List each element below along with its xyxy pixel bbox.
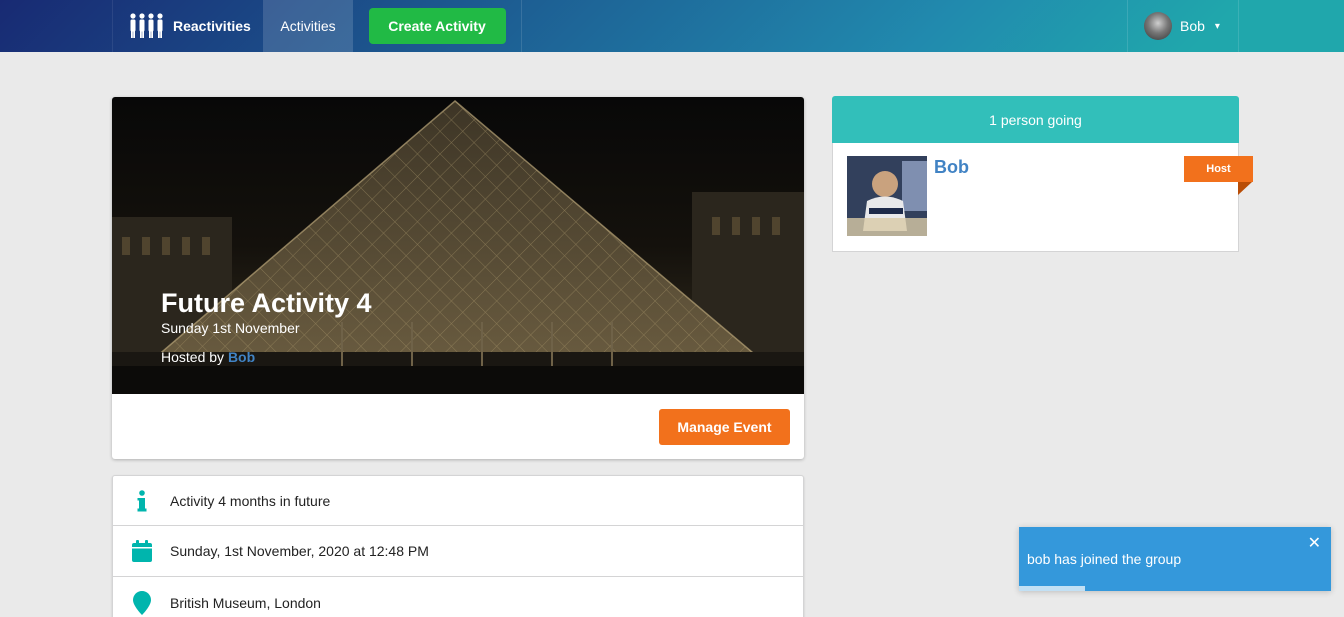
- toast-message: bob has joined the group: [1027, 551, 1182, 567]
- host-profile-link[interactable]: Bob: [228, 349, 255, 365]
- create-activity-button[interactable]: Create Activity: [368, 8, 506, 44]
- toast-progress-bar: [1019, 586, 1085, 591]
- activity-venue: British Museum, London: [170, 594, 321, 611]
- activity-date: Sunday 1st November: [161, 320, 300, 336]
- chevron-down-icon: ▾: [1214, 20, 1220, 32]
- attendee-photo: [847, 156, 927, 236]
- host-badge: Host: [1184, 156, 1253, 182]
- hosted-by-label: Hosted by: [161, 349, 228, 365]
- user-name: Bob: [1180, 18, 1205, 34]
- nav-activities-label: Activities: [280, 18, 336, 34]
- activity-header-card: Future Activity 4 Sunday 1st November Ho…: [112, 97, 804, 459]
- user-avatar: [1144, 12, 1172, 40]
- top-navbar: Reactivities Activities Create Activity …: [0, 0, 1344, 52]
- manage-event-button[interactable]: Manage Event: [659, 409, 790, 445]
- brand-label: Reactivities: [173, 18, 251, 34]
- hosted-by: Hosted by Bob: [161, 349, 372, 365]
- attendees-panel: 1 person going Bob Host: [832, 96, 1253, 252]
- host-badge-fold: [1238, 182, 1252, 195]
- user-menu-dropdown[interactable]: Bob ▾: [1127, 0, 1239, 52]
- activity-datetime: Sunday, 1st November, 2020 at 12:48 PM: [170, 543, 429, 559]
- close-icon[interactable]: ✕: [1308, 533, 1321, 553]
- info-row-date: Sunday, 1st November, 2020 at 12:48 PM: [113, 526, 803, 577]
- info-row-description: Activity 4 months in future: [113, 476, 803, 526]
- attendee-list-item: Bob Host: [832, 143, 1253, 252]
- attendee-name[interactable]: Bob: [934, 157, 969, 178]
- activity-hero-image: Future Activity 4 Sunday 1st November Ho…: [112, 97, 804, 394]
- nav-activities-link[interactable]: Activities: [263, 0, 353, 52]
- toast-notification[interactable]: bob has joined the group ✕: [1019, 527, 1331, 591]
- hero-text: Future Activity 4 Sunday 1st November Ho…: [161, 287, 372, 365]
- nav-create-item: Create Activity: [353, 0, 522, 52]
- info-row-venue: British Museum, London: [113, 577, 803, 617]
- header-card-footer: Manage Event: [112, 394, 804, 459]
- activity-description: Activity 4 months in future: [170, 492, 331, 509]
- attendees-count: 1 person going: [832, 96, 1239, 143]
- users-icon: [129, 13, 163, 39]
- map-marker-icon: [113, 590, 170, 615]
- calendar-icon: [113, 540, 170, 562]
- activity-title: Future Activity 4: [161, 288, 372, 318]
- activity-info-segments: Activity 4 months in future Sunday, 1st …: [112, 475, 804, 617]
- info-icon: [113, 489, 170, 512]
- brand-link[interactable]: Reactivities: [112, 0, 263, 52]
